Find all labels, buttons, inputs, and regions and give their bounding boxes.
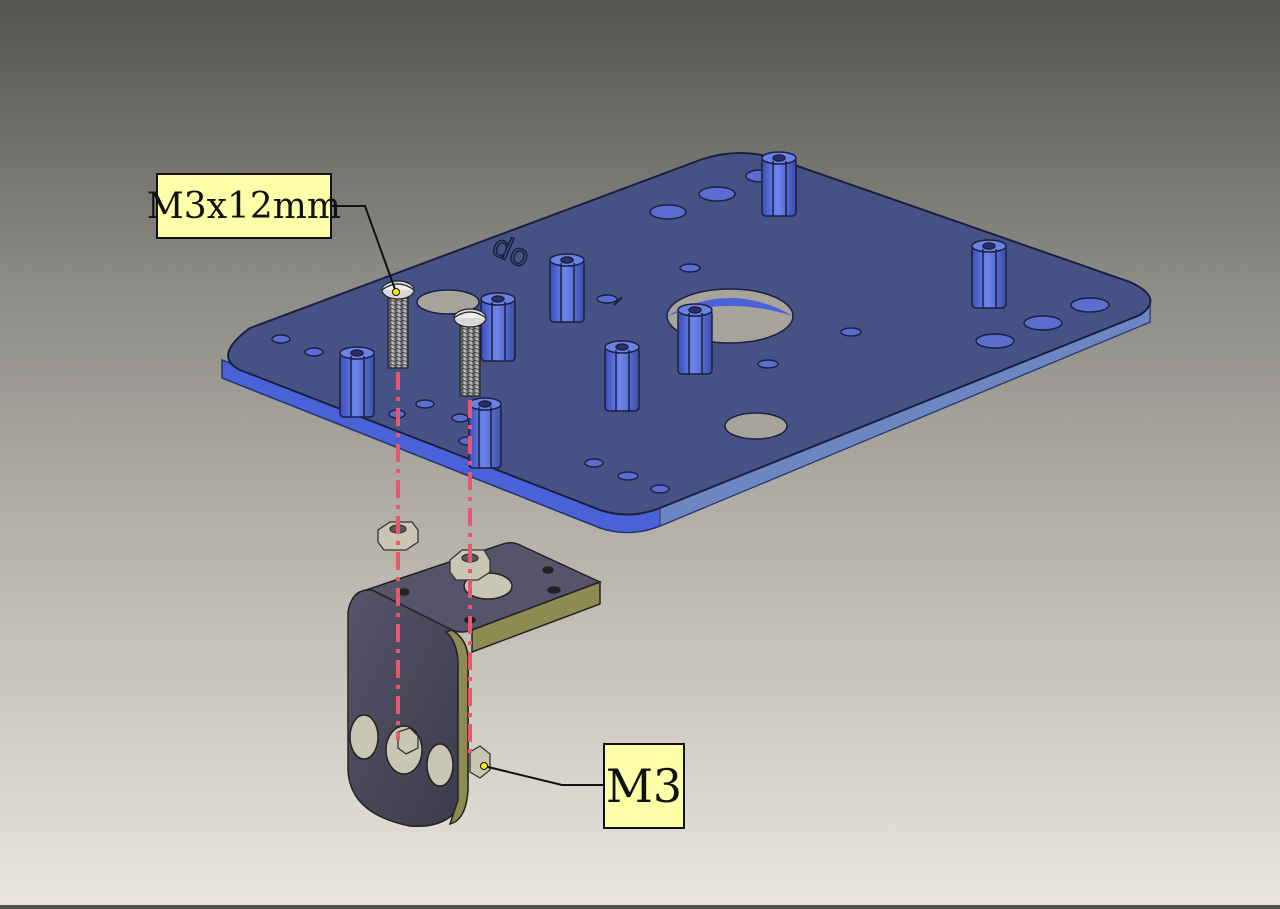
standoff [677,303,713,375]
screw-callout: M3x12mm [147,173,341,239]
l-bracket[interactable] [347,542,602,828]
hex-nut [469,745,491,779]
leader-dot [392,288,400,296]
nut-callout: M3 [603,743,685,829]
standoff [468,397,502,469]
standoff [339,346,375,418]
leader-dot [480,762,488,770]
standoff [761,151,797,217]
standoff [480,292,516,362]
nut-callout-text: M3 [605,759,683,813]
screw-callout-text: M3x12mm [146,185,342,227]
cad-viewport[interactable]: do M3x12mm M3 [0,0,1280,905]
standoff [604,340,640,412]
standoff [549,253,585,323]
standoff [971,239,1007,309]
